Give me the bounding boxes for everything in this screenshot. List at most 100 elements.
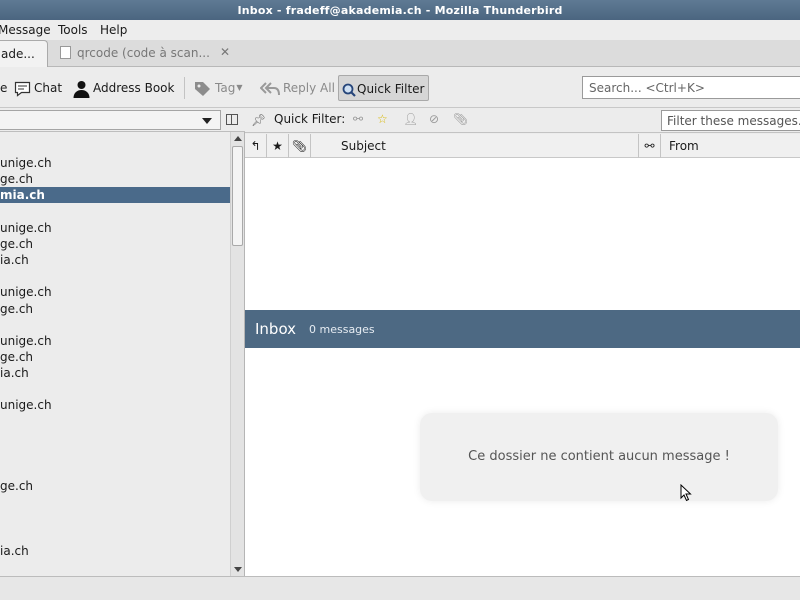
contact-filter-icon[interactable]: 👤︎ [403, 112, 418, 126]
global-search-input[interactable] [582, 76, 800, 99]
folder-row[interactable]: ia.ch [0, 365, 230, 381]
folder-row-label: ia.ch [0, 543, 29, 558]
folder-row[interactable]: ge.ch [0, 349, 230, 365]
folder-row[interactable]: ge.ch [0, 301, 230, 317]
tab-close-icon[interactable]: ✕ [219, 46, 231, 58]
folder-row-label: ge.ch [0, 172, 34, 187]
thread-column-icon[interactable]: ↰ [245, 134, 267, 158]
attachment-column-icon[interactable]: 📎︎ [289, 134, 311, 158]
window-title: Inbox - fradeff@akademia.ch - Mozilla Th… [0, 0, 800, 20]
menu-bar: Message Tools Help [0, 20, 800, 40]
empty-folder-text: Ce dossier ne contient aucun message ! [468, 449, 730, 464]
folder-layout-icon[interactable] [226, 114, 238, 125]
folder-row[interactable]: mia.ch [0, 187, 230, 204]
status-bar [0, 576, 800, 600]
folder-pane-header [0, 108, 245, 132]
folder-row[interactable] [0, 381, 230, 397]
star-column-icon[interactable]: ★ [267, 134, 289, 158]
folder-row-label: unige.ch [0, 333, 52, 348]
menu-tools[interactable]: Tools [58, 22, 88, 38]
scroll-down-icon[interactable] [231, 563, 244, 576]
folder-row-label: unige.ch [0, 156, 52, 171]
reply-all-label: Reply All [283, 81, 335, 95]
folder-row[interactable]: ge.ch [0, 236, 230, 252]
folder-row[interactable]: ia.ch [0, 543, 230, 559]
chat-label: Chat [34, 81, 63, 95]
folder-row-label: mia.ch [0, 188, 45, 203]
folder-tree: unige.ch ge.ch mia.ch unige.ch ge.ch ia.ch uni… [0, 132, 230, 576]
quick-filter-label: Quick Filter [357, 82, 425, 96]
read-status-column-icon[interactable]: ⚯ [639, 134, 661, 158]
folder-row-label: unige.ch [0, 220, 52, 235]
unread-filter-icon[interactable]: ⚯ [353, 112, 363, 126]
folder-row[interactable] [0, 462, 230, 478]
folder-row[interactable]: unige.ch [0, 284, 230, 300]
quick-filter-bar-label: Quick Filter: [274, 112, 346, 126]
toolbar-separator [184, 77, 185, 99]
tag-icon [195, 81, 210, 96]
folder-row[interactable] [0, 510, 230, 526]
quick-filter-button[interactable]: Quick Filter [338, 75, 429, 101]
starred-filter-icon[interactable]: ☆ [377, 112, 388, 126]
reply-all-button[interactable]: Reply All [260, 75, 335, 101]
folder-row[interactable]: unige.ch [0, 220, 230, 236]
folder-row[interactable] [0, 446, 230, 462]
folder-row[interactable] [0, 317, 230, 333]
toolbar-partial-button[interactable]: e [0, 75, 7, 101]
address-book-button[interactable]: Address Book [73, 75, 174, 101]
scroll-up-icon[interactable] [231, 132, 244, 145]
folder-row[interactable]: unige.ch [0, 333, 230, 349]
chat-button[interactable]: Chat [14, 75, 62, 101]
mouse-cursor-icon [680, 484, 692, 502]
document-icon [60, 46, 71, 59]
tags-filter-icon[interactable]: ⊘ [429, 112, 439, 126]
folder-row[interactable] [0, 139, 230, 155]
tab-inbox-label: ade... [1, 47, 35, 61]
folder-row-label: ge.ch [0, 236, 34, 251]
scrollbar-thumb[interactable] [232, 146, 243, 246]
tab-qrcode[interactable]: qrcode (code à scan... [58, 40, 238, 67]
tab-inbox[interactable]: ade... [0, 40, 48, 68]
folder-row[interactable]: unige.ch [0, 155, 230, 171]
folder-row-label: ge.ch [0, 349, 34, 364]
folder-row[interactable]: ia.ch [0, 252, 230, 268]
folder-row[interactable] [0, 430, 230, 446]
quick-filter-bar: 📌︎ Quick Filter: ⚯ ☆ 👤︎ ⊘ 📎︎ [245, 108, 800, 133]
folder-row[interactable]: ge.ch [0, 171, 230, 187]
subject-column-header[interactable]: Subject [311, 134, 639, 158]
menu-help[interactable]: Help [100, 22, 127, 38]
attachment-filter-icon[interactable]: 📎︎ [453, 112, 468, 126]
folder-row-label: ia.ch [0, 253, 29, 268]
from-column-header[interactable]: From [661, 134, 800, 158]
folder-row[interactable] [0, 494, 230, 510]
folder-row-label: unige.ch [0, 398, 52, 413]
folder-row[interactable] [0, 204, 230, 220]
message-count: 0 messages [309, 323, 375, 336]
folder-row[interactable]: ge.ch [0, 478, 230, 494]
folder-row-label: unige.ch [0, 285, 52, 300]
filter-messages-input[interactable] [661, 110, 800, 131]
folder-row[interactable]: unige.ch [0, 397, 230, 413]
tag-dropdown-icon: ▼ [236, 83, 243, 92]
folder-pane: unige.ch ge.ch mia.ch unige.ch ge.ch ia.ch uni… [0, 108, 245, 576]
folder-scrollbar[interactable] [230, 132, 244, 576]
address-book-icon [73, 80, 90, 98]
tab-qrcode-label: qrcode (code à scan... [77, 46, 210, 60]
folder-name: Inbox [255, 320, 297, 338]
address-book-label: Address Book [93, 81, 175, 95]
pin-icon[interactable]: 📌︎ [251, 113, 266, 127]
folder-row[interactable] [0, 268, 230, 284]
tag-button[interactable]: Tag▼ [194, 75, 242, 101]
folder-summary-bar: Inbox 0 messages [245, 310, 800, 348]
folder-row-label: ge.ch [0, 301, 34, 316]
folder-row[interactable] [0, 414, 230, 430]
menu-message[interactable]: Message [0, 22, 51, 38]
folder-row-label: ge.ch [0, 479, 34, 494]
folder-mode-dropdown[interactable] [0, 110, 221, 130]
tab-bar: ade... qrcode (code à scan... ✕ [0, 40, 800, 68]
thread-list[interactable] [245, 158, 800, 310]
folder-row-label: ia.ch [0, 366, 29, 381]
folder-row[interactable] [0, 527, 230, 543]
toolbar-partial-label: e [0, 81, 8, 95]
tag-label: Tag [215, 81, 236, 95]
